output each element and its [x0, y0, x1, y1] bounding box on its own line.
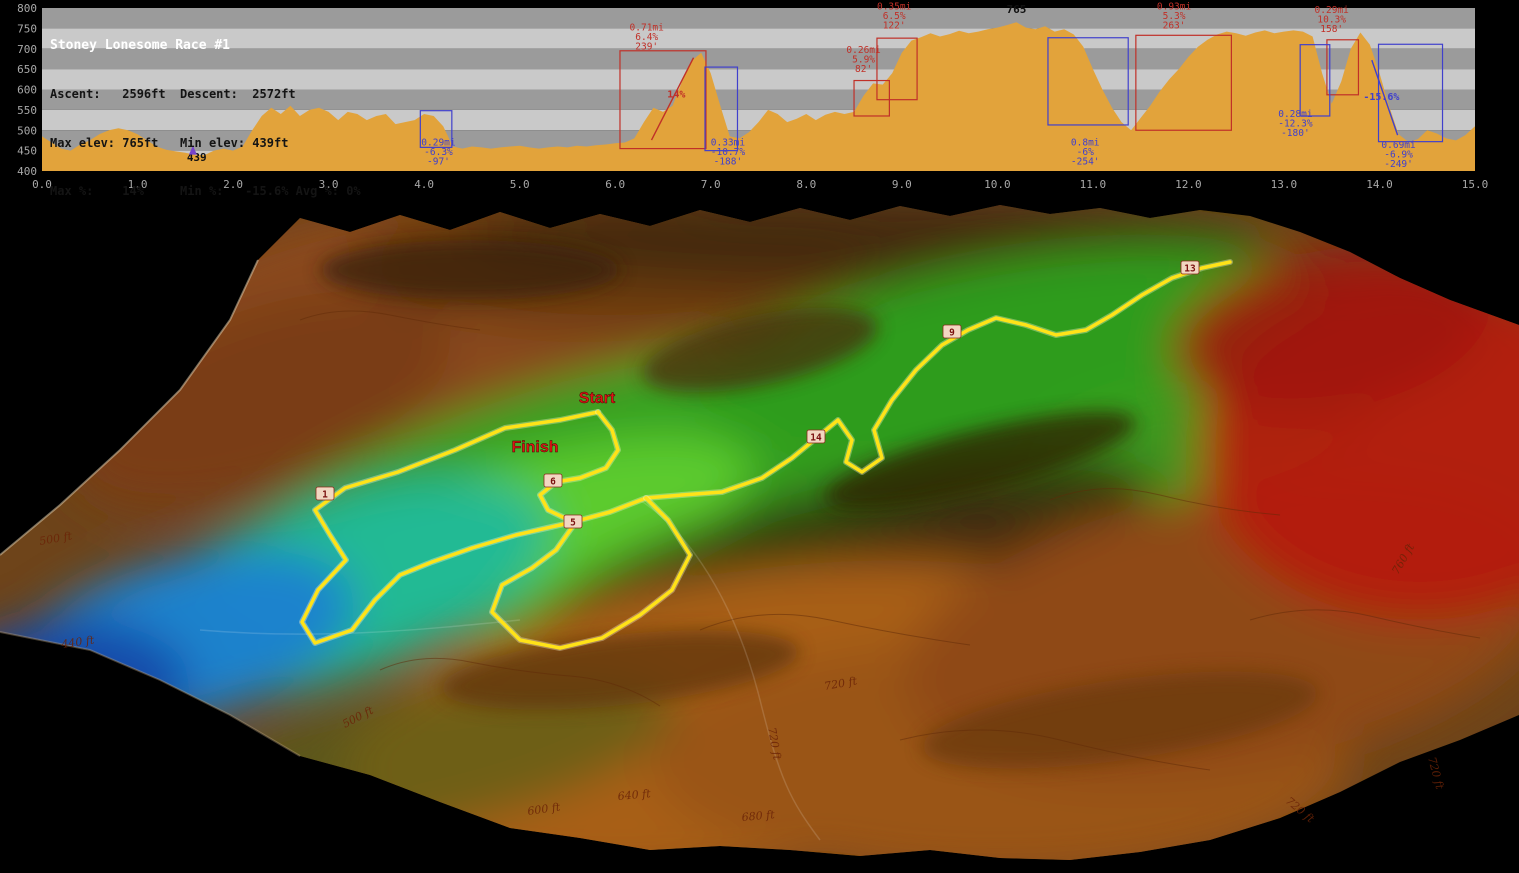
descent-annotation: -188' [714, 157, 743, 168]
stats-row-ascent-descent: Ascent: 2596ft Descent: 2572ft [50, 84, 476, 104]
x-axis-label: 0.0 [32, 178, 52, 191]
contour-elevation-label: 720 ft [1425, 755, 1446, 791]
waypoint-number: 6 [550, 477, 556, 488]
x-axis-label: 10.0 [984, 178, 1011, 191]
waypoint-number: 14 [810, 433, 822, 444]
descent-annotation: -254' [1071, 157, 1100, 168]
climb-annotation: 82' [855, 64, 872, 75]
descent-annotation: -249' [1384, 159, 1413, 170]
y-axis-label: 550 [17, 104, 37, 117]
y-axis-label: 400 [17, 165, 37, 178]
x-axis-label: 5.0 [510, 178, 530, 191]
x-axis-label: 13.0 [1271, 178, 1298, 191]
y-axis-label: 450 [17, 145, 37, 158]
x-axis-label: 12.0 [1175, 178, 1202, 191]
waypoint-number: 1 [322, 490, 328, 501]
y-axis-label: 500 [17, 124, 37, 137]
stats-row-elevations: Max elev: 765ft Min elev: 439ft [50, 133, 476, 153]
terrain-map: 16514913440 ft500 ft500 ft600 ft640 ft68… [0, 200, 1519, 873]
x-axis-label: 11.0 [1080, 178, 1107, 191]
x-axis-label: 7.0 [701, 178, 721, 191]
waypoint-number: 5 [570, 518, 576, 529]
waypoint-number: 9 [949, 328, 955, 339]
climb-annotation: 263' [1163, 21, 1186, 32]
y-axis-label: 600 [17, 84, 37, 97]
max-elevation-marker: 765 [1007, 3, 1027, 16]
elevation-profile-chart: 8007507006506005505004504000.01.02.03.04… [0, 0, 1519, 200]
route-title: Stoney Lonesome Race #1 [50, 36, 476, 56]
stats-row-gradients: Max %: 14% Min %: -15.6% Avg %: 0% [50, 181, 476, 201]
x-axis-label: 6.0 [605, 178, 625, 191]
x-axis-label: 9.0 [892, 178, 912, 191]
y-axis-label: 800 [17, 2, 37, 15]
x-axis-label: 8.0 [796, 178, 816, 191]
terrain-surface [0, 200, 1519, 873]
descent-gradient-label: -15.6% [1363, 92, 1399, 103]
climb-annotation: 122' [883, 21, 906, 32]
x-axis-label: 14.0 [1366, 178, 1393, 191]
x-axis-label: 15.0 [1462, 178, 1489, 191]
climb-annotation: 239' [635, 41, 658, 52]
y-axis-label: 750 [17, 22, 37, 35]
climb-annotation: 158' [1320, 24, 1343, 35]
terrain-color-shading [0, 200, 1519, 873]
y-axis-label: 700 [17, 43, 37, 56]
climb-gradient-label: 14% [667, 90, 685, 101]
terrain-3d-view: 16514913440 ft500 ft500 ft600 ft640 ft68… [0, 200, 1519, 873]
waypoint-number: 13 [1184, 264, 1196, 275]
finish-label: Finish [511, 439, 558, 456]
start-label: Start [579, 390, 616, 407]
y-axis-label: 650 [17, 63, 37, 76]
descent-annotation: -180' [1281, 128, 1310, 139]
